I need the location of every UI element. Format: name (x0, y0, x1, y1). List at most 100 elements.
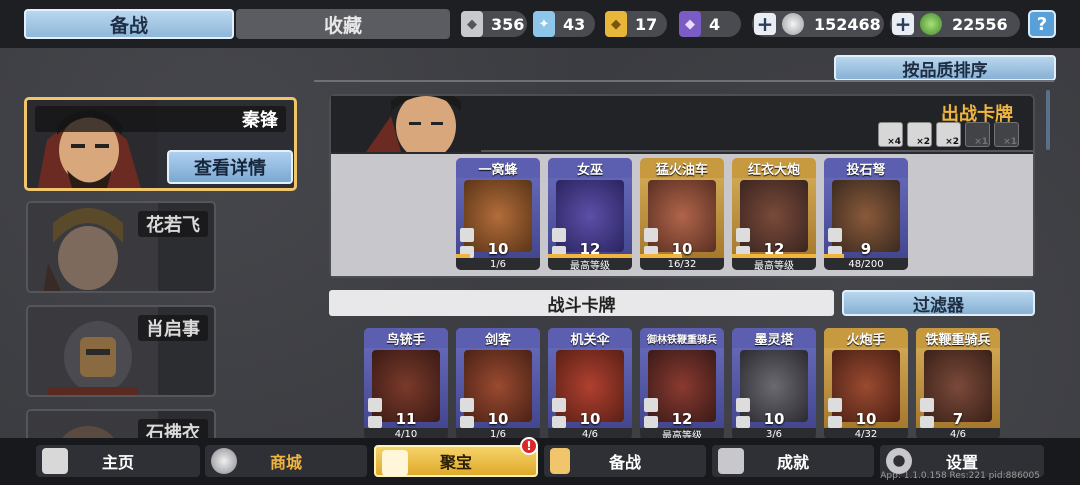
version-info: App: 1.1.0.158 Res:221 pid:886005 (880, 471, 1040, 481)
combat-card[interactable]: 火炮手 10 4/32 (824, 328, 908, 440)
sun-icon: ×4 (878, 122, 903, 147)
card-name: 猛火油车 (640, 158, 724, 178)
resource-purple-crest: ◆ 4 (679, 11, 741, 37)
crystal-icon: ✦ (533, 11, 555, 37)
tower-icon: ×1 (994, 122, 1019, 147)
hero-name: 肖启事 (138, 315, 208, 341)
hero-card-qinfeng[interactable]: 秦锋 查看详情 (24, 97, 297, 191)
skull-icon: ×1 (965, 122, 990, 147)
currency-silver: + 152468 (752, 11, 884, 37)
card-name: 红衣大炮 (732, 158, 816, 178)
cards-icon (550, 448, 570, 474)
coins-icon (211, 448, 237, 474)
resource-value: 17 (635, 14, 658, 34)
limit-count: ×2 (945, 137, 959, 147)
silver-crest-icon: ◆ (461, 11, 483, 37)
add-jade-button[interactable]: + (892, 12, 914, 36)
hero-card-xiaoqishi[interactable]: 肖启事 (26, 305, 216, 397)
currency-value: 152468 (814, 14, 881, 34)
tab-prepare[interactable]: 备战 (24, 9, 234, 39)
limit-count: ×2 (916, 137, 930, 147)
purple-crest-icon: ◆ (679, 11, 701, 37)
currency-value: 22556 (952, 14, 1008, 34)
combat-card[interactable]: 御林铁鞭重骑兵 12 最高等级 (640, 328, 724, 440)
brick-icon: ×2 (936, 122, 961, 147)
combat-card[interactable]: 铁鞭重骑兵 7 4/6 (916, 328, 1000, 440)
hero-name: 秦锋 (35, 106, 286, 132)
sort-by-quality-button[interactable]: 按品质排序 (834, 55, 1056, 81)
card-name: 铁鞭重骑兵 (916, 328, 1000, 348)
hero-banner-portrait (331, 96, 481, 152)
view-details-button[interactable]: 查看详情 (167, 150, 293, 184)
hero-name: 花若飞 (138, 211, 208, 237)
silver-coin-icon (782, 13, 804, 35)
gold-crest-icon: ◆ (605, 11, 627, 37)
card-name: 剑客 (456, 328, 540, 348)
card-progress: 最高等级 (548, 258, 632, 270)
combat-card[interactable]: 鸟铳手 11 4/10 (364, 328, 448, 440)
card-level: 10 (855, 410, 877, 428)
nav-treasure[interactable]: 聚宝 (374, 445, 538, 477)
help-button[interactable]: ? (1028, 10, 1056, 38)
card-level: 10 (579, 410, 601, 428)
combat-card[interactable]: 机关伞 10 4/6 (548, 328, 632, 440)
treasure-bowl-icon (382, 450, 408, 476)
currency-jade: + 22556 (890, 11, 1020, 37)
resource-value: 356 (491, 14, 525, 34)
nav-label: 主页 (101, 453, 134, 472)
card-progress: 48/200 (824, 258, 908, 270)
hero-card-huaruofei[interactable]: 花若飞 (26, 201, 216, 293)
home-icon (42, 448, 68, 474)
card-name: 一窝蜂 (456, 158, 540, 178)
scrollbar[interactable] (1046, 90, 1050, 150)
achievement-icon (718, 448, 744, 474)
resource-value: 4 (709, 14, 721, 34)
nav-achievements[interactable]: 成就 (712, 445, 874, 477)
nav-home[interactable]: 主页 (36, 445, 200, 477)
resource-gold-crest: ◆ 17 (605, 11, 667, 37)
resource-silver-crest: ◆ 356 (461, 11, 527, 37)
card-progress: 1/6 (456, 258, 540, 270)
resource-value: 43 (563, 14, 586, 34)
card-name: 墨灵塔 (732, 328, 816, 348)
notification-badge: ! (520, 437, 538, 455)
deck-card[interactable]: 红衣大炮 12 最高等级 (732, 158, 816, 270)
card-name: 机关伞 (548, 328, 632, 348)
nav-prepare[interactable]: 备战 (544, 445, 706, 477)
combat-card[interactable]: 剑客 10 1/6 (456, 328, 540, 440)
filter-button[interactable]: 过滤器 (842, 290, 1035, 316)
jade-coin-icon (920, 13, 942, 35)
card-level: 10 (487, 410, 509, 428)
card-level: 11 (395, 410, 417, 428)
card-progress: 16/32 (640, 258, 724, 270)
battle-deck-header: 出战卡牌 ×4 ×2 ×2 ×1 ×1 (331, 96, 1033, 152)
deck-card[interactable]: 一窝蜂 10 1/6 (456, 158, 540, 270)
deck-card[interactable]: 投石弩 9 48/200 (824, 158, 908, 270)
card-name: 投石弩 (824, 158, 908, 178)
card-level: 10 (763, 410, 785, 428)
nav-label: 备战 (608, 453, 641, 472)
deck-card[interactable]: 猛火油车 10 16/32 (640, 158, 724, 270)
deck-card[interactable]: 女巫 12 最高等级 (548, 158, 632, 270)
add-silver-button[interactable]: + (754, 12, 776, 36)
tab-collection[interactable]: 收藏 (236, 9, 450, 39)
nav-label: 成就 (776, 453, 809, 472)
card-name: 鸟铳手 (364, 328, 448, 348)
deck-limits: ×4 ×2 ×2 ×1 ×1 (878, 122, 1019, 147)
resource-crystal: ✦ 43 (533, 11, 595, 37)
divider (314, 80, 1054, 82)
nav-label: 商城 (269, 453, 302, 472)
limit-count: ×1 (1003, 137, 1017, 147)
card-progress: 最高等级 (732, 258, 816, 270)
card-level: 7 (952, 410, 964, 428)
combat-card[interactable]: 墨灵塔 10 3/6 (732, 328, 816, 440)
card-name: 火炮手 (824, 328, 908, 348)
nav-label: 设置 (945, 453, 978, 472)
card-level: 12 (671, 410, 693, 428)
card-name: 御林铁鞭重骑兵 (640, 328, 724, 348)
limit-count: ×1 (974, 137, 988, 147)
gear-icon: ×2 (907, 122, 932, 147)
nav-label: 聚宝 (439, 453, 472, 472)
combat-cards-title: 战斗卡牌 (329, 290, 834, 316)
nav-shop[interactable]: 商城 (205, 445, 367, 477)
